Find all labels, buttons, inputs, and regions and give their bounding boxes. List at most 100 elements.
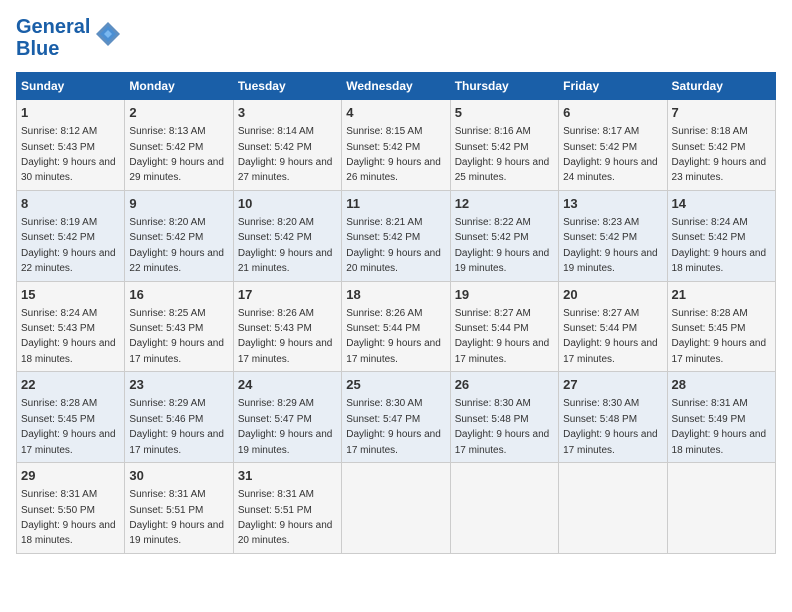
sunset-info: Sunset: 5:51 PM: [238, 505, 312, 516]
daylight-info: Daylight: 9 hours and 22 minutes.: [129, 248, 224, 274]
calendar-cell: 15 Sunrise: 8:24 AM Sunset: 5:43 PM Dayl…: [17, 281, 125, 372]
sunrise-info: Sunrise: 8:14 AM: [238, 126, 314, 137]
sunset-info: Sunset: 5:47 PM: [346, 414, 420, 425]
sunset-info: Sunset: 5:44 PM: [346, 323, 420, 334]
sunset-info: Sunset: 5:46 PM: [129, 414, 203, 425]
sunrise-info: Sunrise: 8:31 AM: [129, 489, 205, 500]
sunset-info: Sunset: 5:48 PM: [455, 414, 529, 425]
daylight-info: Daylight: 9 hours and 17 minutes.: [563, 429, 658, 455]
daylight-info: Daylight: 9 hours and 17 minutes.: [672, 338, 767, 364]
day-number: 31: [238, 467, 337, 485]
sunset-info: Sunset: 5:45 PM: [21, 414, 95, 425]
sunset-info: Sunset: 5:42 PM: [672, 232, 746, 243]
day-number: 13: [563, 195, 662, 213]
sunrise-info: Sunrise: 8:31 AM: [238, 489, 314, 500]
sunset-info: Sunset: 5:43 PM: [21, 323, 95, 334]
sunrise-info: Sunrise: 8:18 AM: [672, 126, 748, 137]
day-number: 30: [129, 467, 228, 485]
calendar-cell: 7 Sunrise: 8:18 AM Sunset: 5:42 PM Dayli…: [667, 100, 775, 191]
calendar-cell: 24 Sunrise: 8:29 AM Sunset: 5:47 PM Dayl…: [233, 372, 341, 463]
daylight-info: Daylight: 9 hours and 17 minutes.: [455, 429, 550, 455]
sunset-info: Sunset: 5:42 PM: [238, 232, 312, 243]
calendar-cell: 9 Sunrise: 8:20 AM Sunset: 5:42 PM Dayli…: [125, 190, 233, 281]
sunrise-info: Sunrise: 8:30 AM: [346, 398, 422, 409]
sunset-info: Sunset: 5:48 PM: [563, 414, 637, 425]
day-number: 18: [346, 286, 445, 304]
calendar-cell: 14 Sunrise: 8:24 AM Sunset: 5:42 PM Dayl…: [667, 190, 775, 281]
calendar-cell: 20 Sunrise: 8:27 AM Sunset: 5:44 PM Dayl…: [559, 281, 667, 372]
sunset-info: Sunset: 5:51 PM: [129, 505, 203, 516]
day-number: 12: [455, 195, 554, 213]
calendar-cell: [559, 463, 667, 554]
sunset-info: Sunset: 5:44 PM: [455, 323, 529, 334]
calendar-cell: 19 Sunrise: 8:27 AM Sunset: 5:44 PM Dayl…: [450, 281, 558, 372]
day-number: 21: [672, 286, 771, 304]
calendar-cell: [667, 463, 775, 554]
daylight-info: Daylight: 9 hours and 19 minutes.: [455, 248, 550, 274]
sunrise-info: Sunrise: 8:31 AM: [672, 398, 748, 409]
sunset-info: Sunset: 5:42 PM: [346, 232, 420, 243]
calendar-week-row: 1 Sunrise: 8:12 AM Sunset: 5:43 PM Dayli…: [17, 100, 776, 191]
daylight-info: Daylight: 9 hours and 24 minutes.: [563, 157, 658, 183]
header-wednesday: Wednesday: [342, 73, 450, 100]
day-number: 15: [21, 286, 120, 304]
calendar-cell: 23 Sunrise: 8:29 AM Sunset: 5:46 PM Dayl…: [125, 372, 233, 463]
calendar-cell: 8 Sunrise: 8:19 AM Sunset: 5:42 PM Dayli…: [17, 190, 125, 281]
sunrise-info: Sunrise: 8:20 AM: [238, 217, 314, 228]
header-friday: Friday: [559, 73, 667, 100]
sunset-info: Sunset: 5:42 PM: [455, 142, 529, 153]
daylight-info: Daylight: 9 hours and 18 minutes.: [672, 429, 767, 455]
calendar-cell: 13 Sunrise: 8:23 AM Sunset: 5:42 PM Dayl…: [559, 190, 667, 281]
daylight-info: Daylight: 9 hours and 18 minutes.: [21, 520, 116, 546]
sunrise-info: Sunrise: 8:21 AM: [346, 217, 422, 228]
daylight-info: Daylight: 9 hours and 17 minutes.: [346, 338, 441, 364]
calendar-cell: 28 Sunrise: 8:31 AM Sunset: 5:49 PM Dayl…: [667, 372, 775, 463]
sunset-info: Sunset: 5:42 PM: [129, 142, 203, 153]
calendar-cell: 12 Sunrise: 8:22 AM Sunset: 5:42 PM Dayl…: [450, 190, 558, 281]
sunset-info: Sunset: 5:43 PM: [238, 323, 312, 334]
daylight-info: Daylight: 9 hours and 25 minutes.: [455, 157, 550, 183]
sunrise-info: Sunrise: 8:30 AM: [563, 398, 639, 409]
sunrise-info: Sunrise: 8:31 AM: [21, 489, 97, 500]
sunrise-info: Sunrise: 8:16 AM: [455, 126, 531, 137]
day-number: 3: [238, 104, 337, 122]
sunset-info: Sunset: 5:42 PM: [563, 232, 637, 243]
calendar-cell: 31 Sunrise: 8:31 AM Sunset: 5:51 PM Dayl…: [233, 463, 341, 554]
day-number: 23: [129, 376, 228, 394]
sunrise-info: Sunrise: 8:24 AM: [21, 308, 97, 319]
day-number: 16: [129, 286, 228, 304]
daylight-info: Daylight: 9 hours and 17 minutes.: [129, 429, 224, 455]
sunrise-info: Sunrise: 8:20 AM: [129, 217, 205, 228]
sunset-info: Sunset: 5:43 PM: [129, 323, 203, 334]
sunset-info: Sunset: 5:47 PM: [238, 414, 312, 425]
header-thursday: Thursday: [450, 73, 558, 100]
day-number: 8: [21, 195, 120, 213]
sunrise-info: Sunrise: 8:19 AM: [21, 217, 97, 228]
calendar-cell: 17 Sunrise: 8:26 AM Sunset: 5:43 PM Dayl…: [233, 281, 341, 372]
day-number: 4: [346, 104, 445, 122]
calendar-cell: 21 Sunrise: 8:28 AM Sunset: 5:45 PM Dayl…: [667, 281, 775, 372]
calendar-cell: 10 Sunrise: 8:20 AM Sunset: 5:42 PM Dayl…: [233, 190, 341, 281]
sunrise-info: Sunrise: 8:12 AM: [21, 126, 97, 137]
day-number: 14: [672, 195, 771, 213]
daylight-info: Daylight: 9 hours and 17 minutes.: [238, 338, 333, 364]
page-header: GeneralBlue: [16, 16, 776, 60]
day-number: 5: [455, 104, 554, 122]
calendar-week-row: 29 Sunrise: 8:31 AM Sunset: 5:50 PM Dayl…: [17, 463, 776, 554]
sunset-info: Sunset: 5:42 PM: [455, 232, 529, 243]
daylight-info: Daylight: 9 hours and 22 minutes.: [21, 248, 116, 274]
day-number: 26: [455, 376, 554, 394]
sunrise-info: Sunrise: 8:27 AM: [563, 308, 639, 319]
daylight-info: Daylight: 9 hours and 19 minutes.: [563, 248, 658, 274]
daylight-info: Daylight: 9 hours and 29 minutes.: [129, 157, 224, 183]
calendar-table: SundayMondayTuesdayWednesdayThursdayFrid…: [16, 72, 776, 554]
daylight-info: Daylight: 9 hours and 17 minutes.: [21, 429, 116, 455]
sunrise-info: Sunrise: 8:15 AM: [346, 126, 422, 137]
calendar-cell: 3 Sunrise: 8:14 AM Sunset: 5:42 PM Dayli…: [233, 100, 341, 191]
day-number: 10: [238, 195, 337, 213]
sunrise-info: Sunrise: 8:29 AM: [129, 398, 205, 409]
daylight-info: Daylight: 9 hours and 17 minutes.: [455, 338, 550, 364]
header-sunday: Sunday: [17, 73, 125, 100]
sunset-info: Sunset: 5:44 PM: [563, 323, 637, 334]
calendar-week-row: 15 Sunrise: 8:24 AM Sunset: 5:43 PM Dayl…: [17, 281, 776, 372]
